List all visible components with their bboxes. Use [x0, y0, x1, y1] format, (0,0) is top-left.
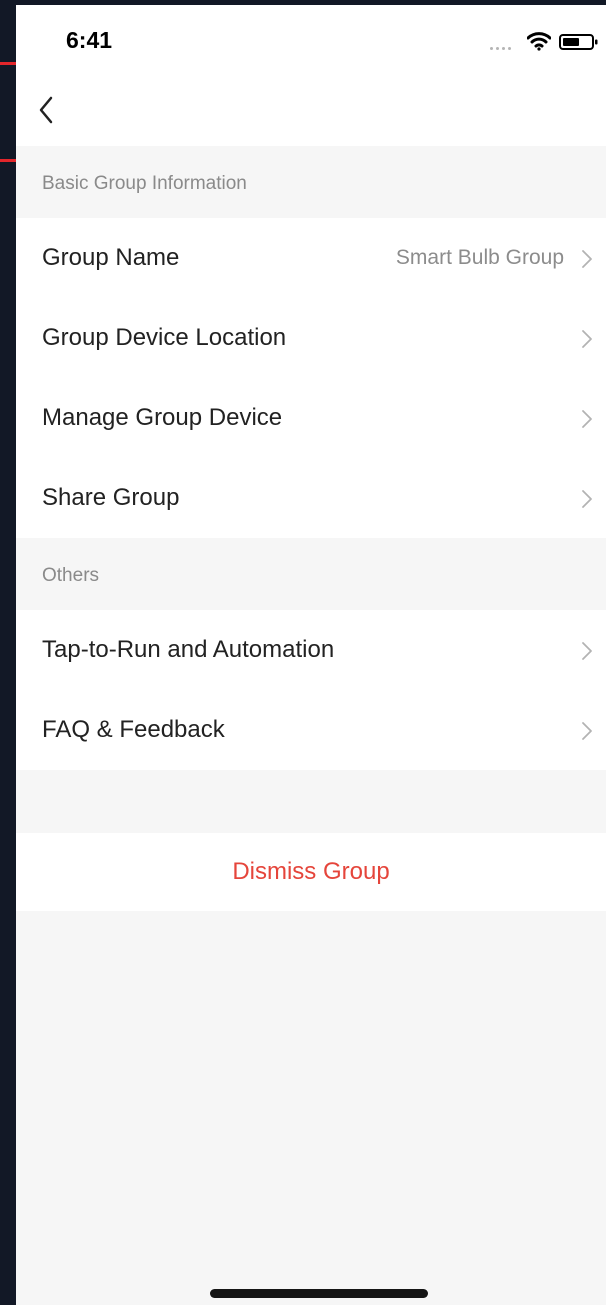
status-bar: 6:41 — [16, 5, 606, 75]
faq-feedback-row[interactable]: FAQ & Feedback — [16, 690, 606, 770]
row-label: FAQ & Feedback — [42, 716, 225, 743]
back-chevron-icon[interactable] — [34, 93, 60, 127]
group-name-value: Smart Bulb Group — [395, 246, 564, 269]
cellular-signal-icon — [490, 47, 511, 50]
other-settings-list: Tap-to-Run and Automation FAQ & Feedback — [16, 610, 606, 770]
chevron-right-icon — [582, 250, 592, 268]
row-label: Manage Group Device — [42, 404, 283, 431]
status-time: 6:41 — [66, 27, 113, 53]
basic-settings-list: Group Name Smart Bulb Group Group Device… — [16, 218, 606, 538]
navigation-bar — [16, 75, 606, 146]
row-label: Group Name — [42, 244, 180, 271]
chevron-right-icon — [582, 410, 592, 428]
group-device-location-row[interactable]: Group Device Location — [16, 298, 606, 378]
chevron-right-icon — [582, 330, 592, 348]
group-name-row[interactable]: Group Name Smart Bulb Group — [16, 218, 606, 298]
manage-group-device-row[interactable]: Manage Group Device — [16, 378, 606, 458]
dismiss-group-label: Dismiss Group — [232, 858, 390, 885]
chevron-right-icon — [582, 722, 592, 740]
wifi-icon — [527, 32, 551, 51]
section-header-others: Others — [16, 538, 606, 610]
section-title-basic: Basic Group Information — [42, 173, 247, 194]
row-label: Group Device Location — [42, 324, 287, 351]
battery-icon — [559, 34, 598, 50]
share-group-row[interactable]: Share Group — [16, 458, 606, 538]
row-label: Share Group — [42, 484, 180, 511]
dismiss-group-button[interactable]: Dismiss Group — [16, 833, 606, 911]
app-screen: 6:41 Basic Group Information Group Name … — [16, 5, 606, 1305]
section-header-basic: Basic Group Information — [16, 146, 606, 218]
tap-to-run-automation-row[interactable]: Tap-to-Run and Automation — [16, 610, 606, 690]
chevron-right-icon — [582, 490, 592, 508]
chevron-right-icon — [582, 642, 592, 660]
section-title-others: Others — [42, 565, 100, 586]
home-indicator[interactable] — [210, 1289, 428, 1298]
row-label: Tap-to-Run and Automation — [42, 636, 335, 663]
